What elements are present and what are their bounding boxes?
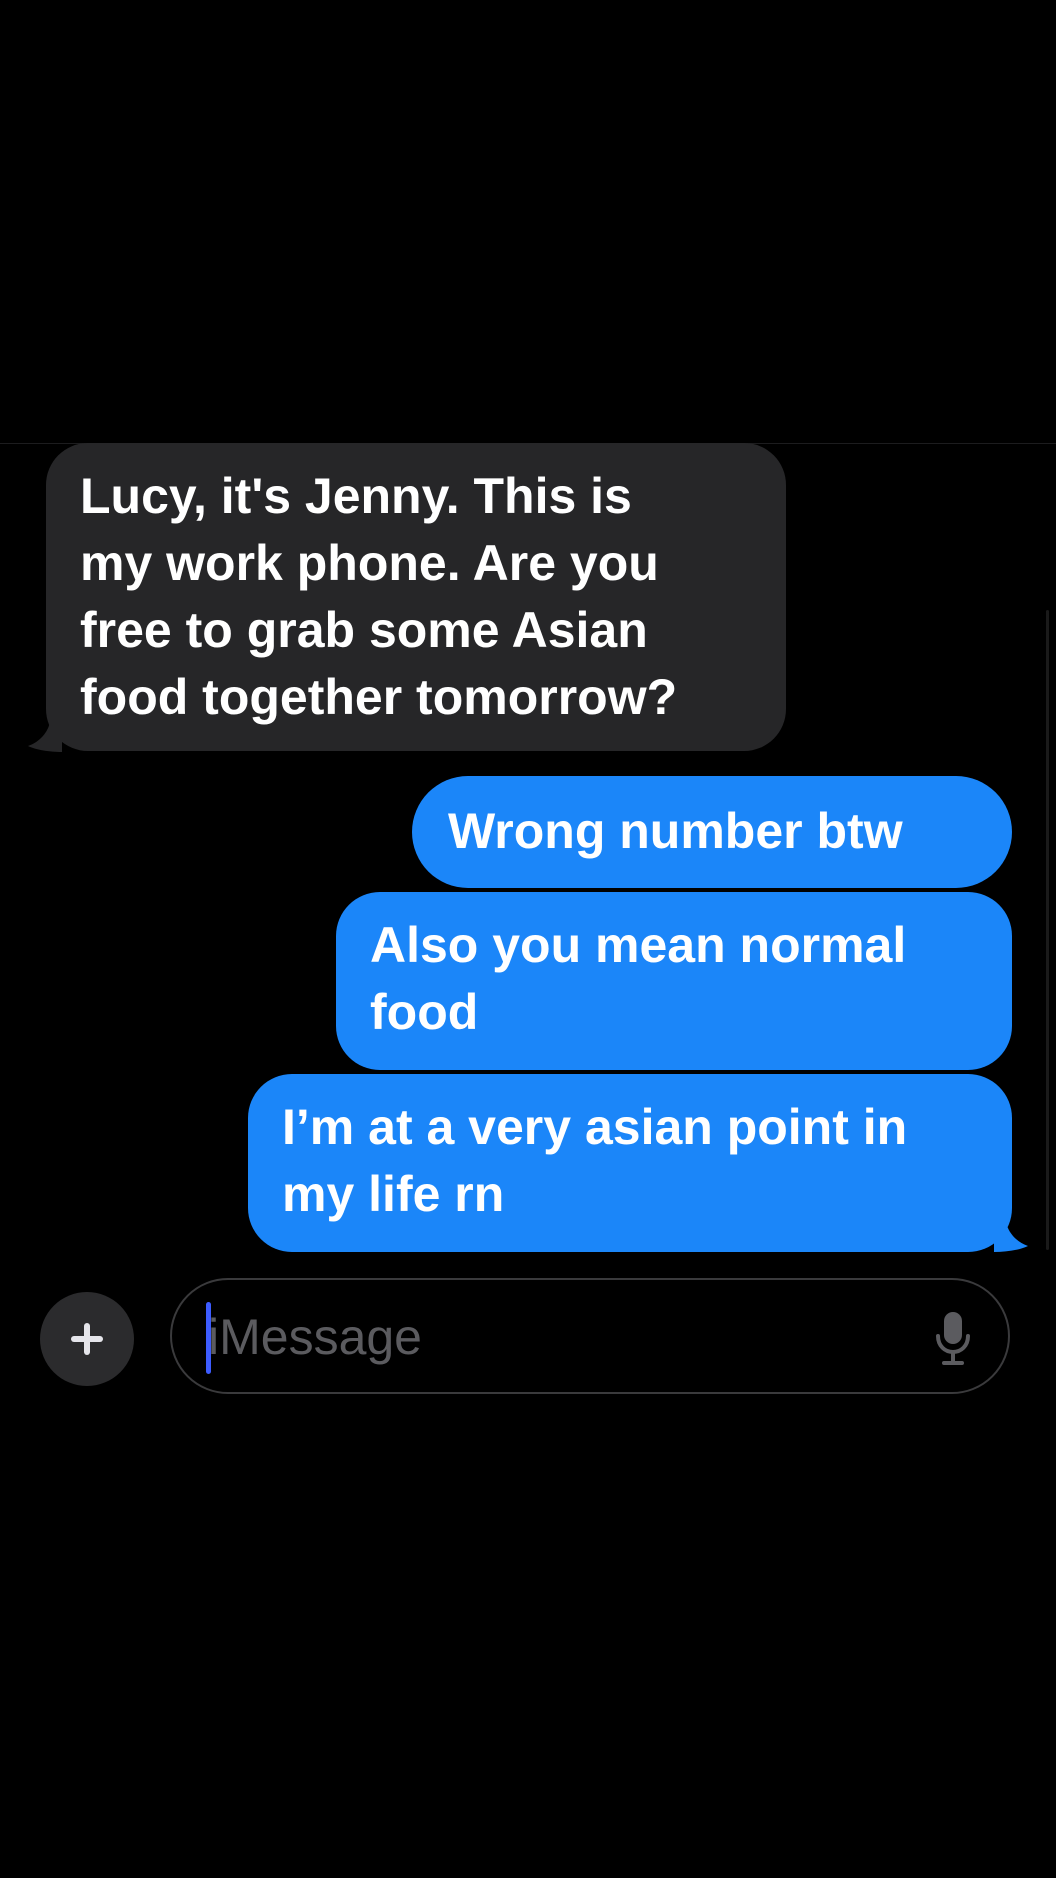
microphone-icon[interactable]: [934, 1312, 972, 1366]
message-bubble-sent[interactable]: Also you mean normal food: [336, 892, 1012, 1070]
message-bubble-sent[interactable]: Wrong number btw: [412, 776, 1012, 888]
add-attachment-button[interactable]: [40, 1292, 134, 1386]
plus-icon: [71, 1323, 103, 1355]
bubble-tail: [994, 1222, 1028, 1252]
bubble-tail: [28, 722, 62, 752]
message-input[interactable]: iMessage: [170, 1278, 1010, 1394]
message-bubble-received[interactable]: Lucy, it's Jenny. This is my work phone.…: [46, 443, 786, 751]
message-bubble-sent[interactable]: I’m at a very asian point in my life rn: [248, 1074, 1012, 1252]
message-composer: iMessage: [0, 1278, 1056, 1398]
message-input-placeholder: iMessage: [208, 1309, 422, 1365]
scroll-indicator[interactable]: [1046, 610, 1049, 1250]
